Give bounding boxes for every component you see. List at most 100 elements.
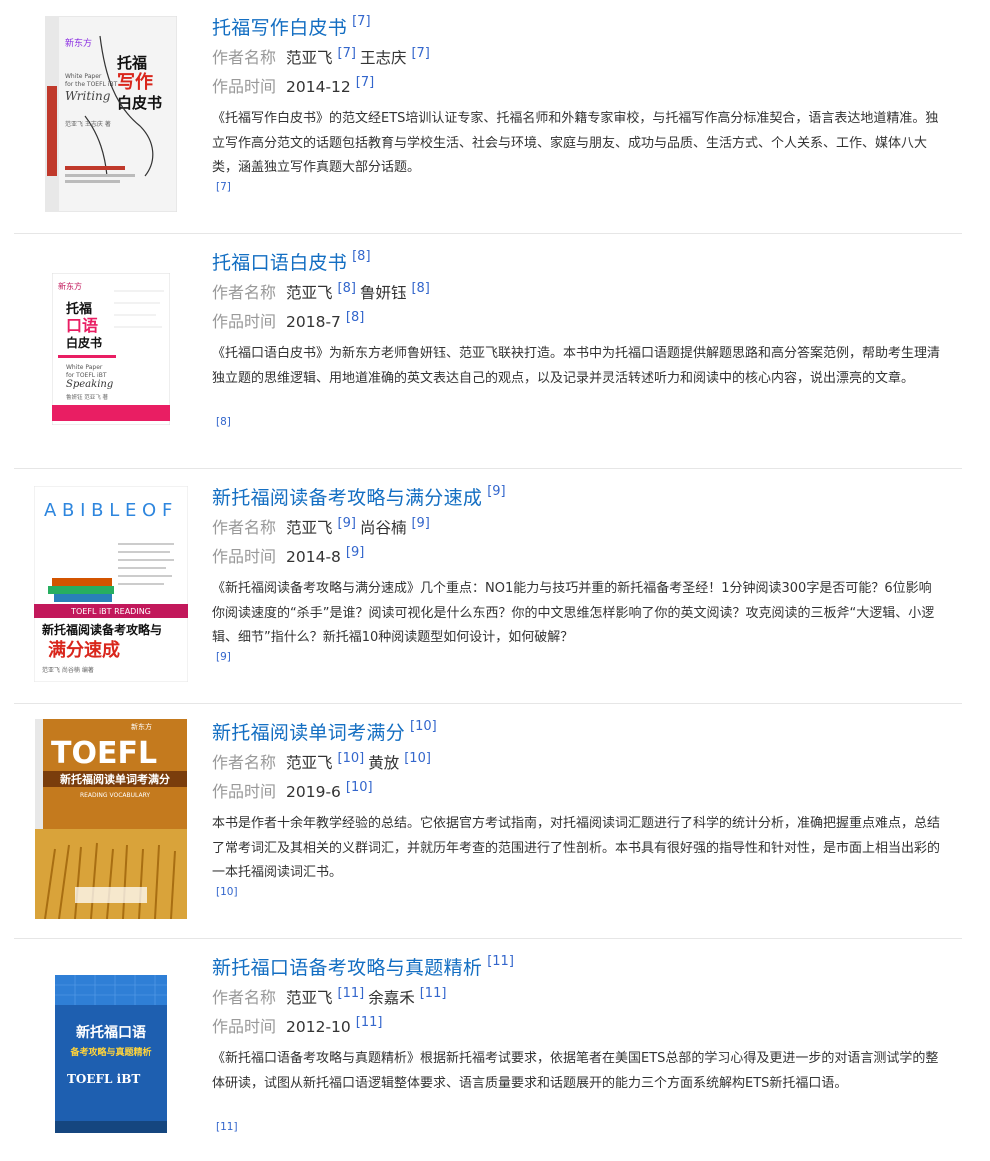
title-line: 新托福阅读备考攻略与满分速成 [9] (212, 483, 506, 509)
date-row: 作品时间 2014-8 [9] (212, 545, 368, 569)
book-cover-image: 新东方 White Paper for the TOEFL iBT Writin… (45, 16, 177, 212)
citation-link[interactable]: [7] (411, 46, 429, 61)
book-cover[interactable]: 新托福口语 备考攻略与真题精析 TOEFL iBT (34, 952, 188, 1156)
cover-english: TOEFL iBT (67, 1072, 140, 1086)
works-list: 新东方 White Paper for the TOEFL iBT Writin… (0, 0, 990, 1161)
cover-authors: 范亚飞 王志庆 著 (65, 120, 111, 128)
cover-title-1: 托福 (66, 301, 92, 317)
title-line: 新托福阅读单词考满分 [10] (212, 718, 437, 744)
citation-link[interactable]: [8] (346, 310, 364, 325)
cover-title-1: 托福 (117, 54, 147, 72)
author-name: 范亚飞 (286, 519, 333, 537)
author-label: 作者名称 (212, 518, 277, 537)
date-label: 作品时间 (212, 547, 277, 566)
cover-title-1: 新托福阅读备考攻略与 (42, 622, 162, 637)
work-item: 新东方 White Paper for the TOEFL iBT Writin… (14, 0, 962, 234)
work-date: 2012-10 (286, 1018, 351, 1036)
work-date: 2014-8 (286, 548, 341, 566)
citation-link[interactable]: [7] (352, 14, 370, 29)
cover-big: TOEFL (51, 736, 157, 771)
citation-link[interactable]: [8] (338, 281, 356, 296)
book-cover[interactable]: 新东方 托福 口语 白皮书 White Paper for TOEFL iBT … (34, 247, 188, 451)
citation-link[interactable]: [7] (356, 75, 374, 90)
date-label: 作品时间 (212, 312, 277, 331)
author-row: 作者名称 范亚飞 [7] 王志庆 [7] (212, 46, 434, 70)
cover-title: 新托福阅读单词考满分 (60, 772, 170, 786)
date-row: 作品时间 2019-6 [10] (212, 780, 377, 804)
book-title-link[interactable]: 新托福阅读备考攻略与满分速成 (212, 487, 482, 509)
work-description: 《新托福口语备考攻略与真题精析》根据新托福考试要求，依据笔者在美国ETS总部的学… (212, 1051, 939, 1091)
citation-link[interactable]: [11] (338, 986, 365, 1001)
work-item: 新东方 TOEFL 新托福阅读单词考满分 READING VOCABULARY … (14, 705, 962, 939)
author-name: 黄放 (368, 754, 400, 772)
book-title-link[interactable]: 新托福口语备考攻略与真题精析 (212, 957, 482, 979)
book-cover-image: A B I B L E O F TOEFL iBT READING 新托福阅读备… (34, 486, 188, 682)
citation-link[interactable]: [9] (216, 651, 231, 663)
date-row: 作品时间 2018-7 [8] (212, 310, 368, 334)
book-cover-image: 新东方 TOEFL 新托福阅读单词考满分 READING VOCABULARY (35, 719, 187, 919)
author-name: 余嘉禾 (368, 989, 415, 1007)
author-name: 鲁妍钰 (359, 284, 407, 302)
work-description: 《新托福阅读备考攻略与满分速成》几个重点：NO1能力与技巧并重的新托福备考圣经！… (212, 581, 935, 646)
date-label: 作品时间 (212, 1017, 277, 1036)
title-line: 新托福口语备考攻略与真题精析 [11] (212, 953, 514, 979)
cover-english-3: Speaking (66, 379, 113, 390)
date-label: 作品时间 (212, 782, 277, 801)
cover-title-2: 写作 (117, 71, 153, 93)
title-line: 托福口语白皮书 [8] (212, 248, 371, 274)
citation-link[interactable]: [10] (404, 751, 431, 766)
citation-link[interactable]: [9] (346, 545, 364, 560)
title-line: 托福写作白皮书 [7] (212, 13, 371, 39)
citation-link[interactable]: [8] (216, 416, 231, 428)
author-name: 范亚飞 (286, 754, 333, 772)
citation-link[interactable]: [7] (338, 46, 356, 61)
citation-link[interactable]: [7] (216, 181, 231, 193)
citation-link[interactable]: [10] (346, 780, 373, 795)
author-row: 作者名称 范亚飞 [9] 尚谷楠 [9] (212, 516, 434, 540)
author-label: 作者名称 (212, 48, 277, 67)
author-label: 作者名称 (212, 988, 277, 1007)
citation-link[interactable]: [10] (216, 886, 238, 898)
book-cover[interactable]: A B I B L E O F TOEFL iBT READING 新托福阅读备… (34, 482, 188, 686)
book-cover-image: 新东方 托福 口语 白皮书 White Paper for TOEFL iBT … (52, 273, 170, 425)
work-item: 新托福口语 备考攻略与真题精析 TOEFL iBT 新托福口语备考攻略与真题精析… (14, 940, 962, 1161)
author-row: 作者名称 范亚飞 [11] 余嘉禾 [11] (212, 986, 450, 1010)
date-row: 作品时间 2012-10 [11] (212, 1015, 386, 1039)
date-label: 作品时间 (212, 77, 277, 96)
citation-link[interactable]: [11] (487, 954, 514, 969)
book-title-link[interactable]: 新托福阅读单词考满分 (212, 722, 405, 744)
cover-english-2: for TOEFL iBT (66, 372, 107, 379)
citation-link[interactable]: [11] (356, 1015, 383, 1030)
book-cover[interactable]: 新东方 TOEFL 新托福阅读单词考满分 READING VOCABULARY (34, 717, 188, 921)
cover-publisher: 新东方 (131, 722, 152, 731)
work-item: A B I B L E O F TOEFL iBT READING 新托福阅读备… (14, 470, 962, 704)
cover-publisher: 新东方 (65, 37, 92, 49)
author-name: 范亚飞 (286, 284, 333, 302)
cover-authors: 范亚飞 尚谷楠 编著 (42, 666, 94, 674)
cover-title: 新托福口语 (76, 1024, 146, 1041)
cover-sub: READING VOCABULARY (80, 792, 150, 799)
citation-link[interactable]: [9] (487, 484, 505, 499)
book-cover[interactable]: 新东方 White Paper for the TOEFL iBT Writin… (34, 12, 188, 216)
citation-link[interactable]: [11] (420, 986, 447, 1001)
cover-letters: A B I B L E O F (44, 500, 172, 521)
cover-english-3: Writing (65, 89, 111, 103)
work-date: 2019-6 (286, 783, 341, 801)
citation-link[interactable]: [10] (338, 751, 365, 766)
citation-link[interactable]: [9] (411, 516, 429, 531)
author-name: 尚谷楠 (359, 519, 407, 537)
cover-title-3: 白皮书 (66, 335, 102, 350)
citation-link[interactable]: [8] (411, 281, 429, 296)
author-name: 范亚飞 (286, 989, 333, 1007)
cover-sub: 备考攻略与真题精析 (69, 1046, 151, 1058)
book-title-link[interactable]: 托福写作白皮书 (212, 17, 347, 39)
citation-link[interactable]: [10] (410, 719, 437, 734)
work-item: 新东方 托福 口语 白皮书 White Paper for TOEFL iBT … (14, 235, 962, 469)
cover-english-1: White Paper (65, 73, 102, 80)
citation-link[interactable]: [8] (352, 249, 370, 264)
book-cover-image: 新托福口语 备考攻略与真题精析 TOEFL iBT (55, 975, 167, 1133)
citation-link[interactable]: [9] (338, 516, 356, 531)
citation-link[interactable]: [11] (216, 1121, 238, 1133)
author-row: 作者名称 范亚飞 [8] 鲁妍钰 [8] (212, 281, 434, 305)
book-title-link[interactable]: 托福口语白皮书 (212, 252, 347, 274)
